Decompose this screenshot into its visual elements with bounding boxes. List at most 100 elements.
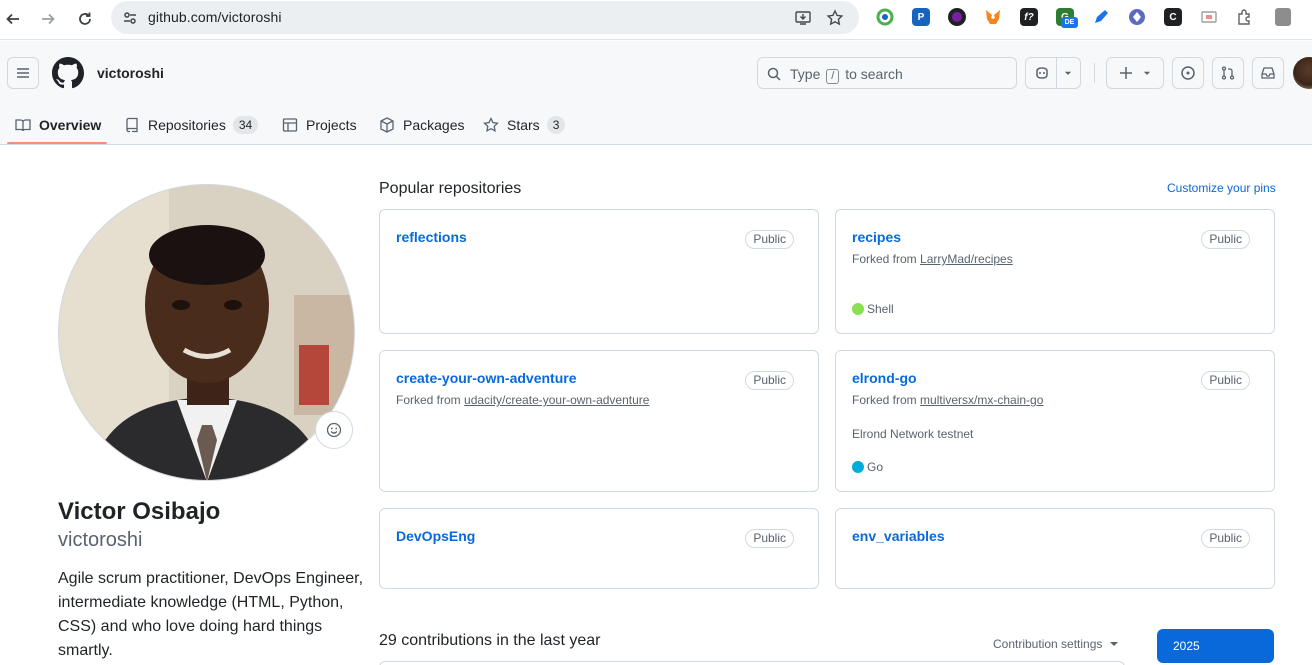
language-color-dot — [852, 303, 864, 315]
diamond-icon[interactable] — [1128, 8, 1146, 26]
metamask-icon[interactable] — [984, 8, 1002, 26]
fork-prefix: Forked from — [852, 393, 917, 407]
install-app-icon[interactable] — [793, 8, 813, 28]
tab-repositories[interactable]: Repositories 34 — [124, 105, 259, 145]
extension-badge: DE — [1061, 17, 1078, 28]
fork-prefix: Forked from — [396, 393, 461, 407]
address-bar[interactable]: github.com/victoroshi — [111, 1, 859, 34]
repo-card: create-your-own-adventure Public Forked … — [379, 350, 819, 492]
profile-avatar[interactable] — [58, 184, 355, 481]
popular-repos-title: Popular repositories — [379, 180, 522, 197]
smiley-icon — [326, 422, 342, 438]
header-divider — [1094, 63, 1095, 83]
c-icon[interactable]: C — [1164, 8, 1182, 26]
menu-button[interactable] — [7, 57, 39, 89]
chevron-down-icon — [1064, 71, 1071, 75]
browser-toolbar: github.com/victoroshi P f? G DE C — [0, 0, 1312, 40]
search-input[interactable]: Type / to search — [757, 57, 1017, 89]
fork-source-link[interactable]: multiversx/mx-chain-go — [920, 393, 1043, 407]
chevron-down-icon — [1143, 71, 1151, 75]
visibility-badge: Public — [1201, 529, 1250, 548]
repo-link[interactable]: env_variables — [852, 528, 945, 544]
puzzle-icon[interactable] — [1236, 8, 1254, 26]
arrow-left-icon — [6, 13, 19, 25]
tab-stars[interactable]: Stars 3 — [483, 105, 566, 145]
forward-button[interactable] — [35, 6, 61, 32]
package-icon — [380, 117, 394, 133]
copilot-icon — [1035, 67, 1048, 79]
inbox-button[interactable] — [1252, 57, 1284, 89]
back-button[interactable] — [0, 6, 26, 32]
user-avatar[interactable] — [1293, 57, 1312, 89]
repo-card: elrond-go Public Forked from multiversx/… — [835, 350, 1275, 492]
book-icon — [15, 119, 31, 132]
create-new-button[interactable] — [1106, 57, 1164, 89]
search-placeholder: Type / to search — [790, 66, 903, 84]
active-tab-indicator — [7, 142, 107, 144]
tab-packages[interactable]: Packages — [379, 105, 464, 145]
set-status-button[interactable] — [315, 411, 353, 449]
extension-2-icon[interactable]: P — [912, 8, 930, 26]
visibility-badge: Public — [1201, 230, 1250, 249]
tab-label: Overview — [39, 117, 102, 133]
contribution-settings-label: Contribution settings — [993, 637, 1103, 651]
profile-login: victoroshi — [58, 529, 143, 551]
repo-card: DevOpsEng Public — [379, 508, 819, 589]
tab-overview[interactable]: Overview — [15, 105, 101, 145]
fork-info: Forked from LarryMad/recipes — [852, 252, 1013, 266]
repo-language: Shell — [852, 302, 894, 316]
bookmark-star-icon[interactable] — [825, 8, 845, 28]
pen-icon[interactable] — [1092, 8, 1110, 26]
repo-card: reflections Public — [379, 209, 819, 334]
profile-name: Victor Osibajo — [58, 498, 221, 525]
site-info-icon[interactable] — [119, 7, 141, 29]
visibility-badge: Public — [745, 371, 794, 390]
plus-icon — [1120, 67, 1132, 79]
issue-opened-icon — [1181, 66, 1195, 80]
visibility-badge: Public — [745, 230, 794, 249]
table-icon — [282, 118, 298, 132]
repo-language: Go — [852, 460, 883, 474]
year-2025-button[interactable]: 2025 — [1157, 629, 1274, 663]
search-icon — [767, 67, 781, 81]
visibility-badge: Public — [745, 529, 794, 548]
reload-button[interactable] — [72, 6, 98, 32]
tab-label: Projects — [306, 117, 357, 133]
profile-icon[interactable] — [1274, 8, 1292, 26]
fork-info: Forked from udacity/create-your-own-adve… — [396, 393, 649, 407]
star-icon — [483, 117, 499, 132]
customize-pins-link[interactable]: Customize your pins — [1167, 181, 1276, 195]
repo-card: recipes Public Forked from LarryMad/reci… — [835, 209, 1275, 334]
url-text: github.com/victoroshi — [148, 9, 282, 25]
repo-link[interactable]: elrond-go — [852, 370, 917, 386]
fork-source-link[interactable]: udacity/create-your-own-adventure — [464, 393, 649, 407]
repo-link[interactable]: DevOpsEng — [396, 528, 475, 544]
issues-button[interactable] — [1172, 57, 1204, 89]
repo-link[interactable]: recipes — [852, 229, 901, 245]
profile-bio: Agile scrum practitioner, DevOps Enginee… — [58, 570, 364, 659]
extension-3-icon[interactable] — [948, 8, 966, 26]
repo-card: env_variables Public — [835, 508, 1275, 589]
github-logo-icon[interactable] — [52, 57, 84, 89]
copilot-button[interactable] — [1025, 57, 1081, 89]
cast-icon[interactable] — [1200, 8, 1218, 26]
inbox-icon — [1261, 67, 1275, 79]
formula-icon[interactable]: f? — [1020, 8, 1038, 26]
visibility-badge: Public — [1201, 371, 1250, 390]
repo-link[interactable]: create-your-own-adventure — [396, 370, 576, 386]
contribution-settings-dropdown[interactable]: Contribution settings — [993, 637, 1119, 651]
tab-projects[interactable]: Projects — [282, 105, 357, 145]
language-color-dot — [852, 461, 864, 473]
tab-label: Repositories — [148, 117, 226, 133]
repo-link[interactable]: reflections — [396, 229, 467, 245]
extension-1-icon[interactable] — [876, 8, 894, 26]
pull-requests-button[interactable] — [1212, 57, 1244, 89]
contributions-title: 29 contributions in the last year — [379, 632, 601, 649]
github-header: victoroshi Type / to search Overview Rep… — [0, 41, 1312, 145]
hamburger-icon — [17, 68, 29, 78]
header-username[interactable]: victoroshi — [97, 65, 164, 81]
fork-source-link[interactable]: LarryMad/recipes — [920, 252, 1013, 266]
caret-down-icon — [1110, 642, 1119, 646]
search-placeholder-suffix: to search — [845, 66, 903, 82]
language-name: Go — [867, 460, 884, 474]
